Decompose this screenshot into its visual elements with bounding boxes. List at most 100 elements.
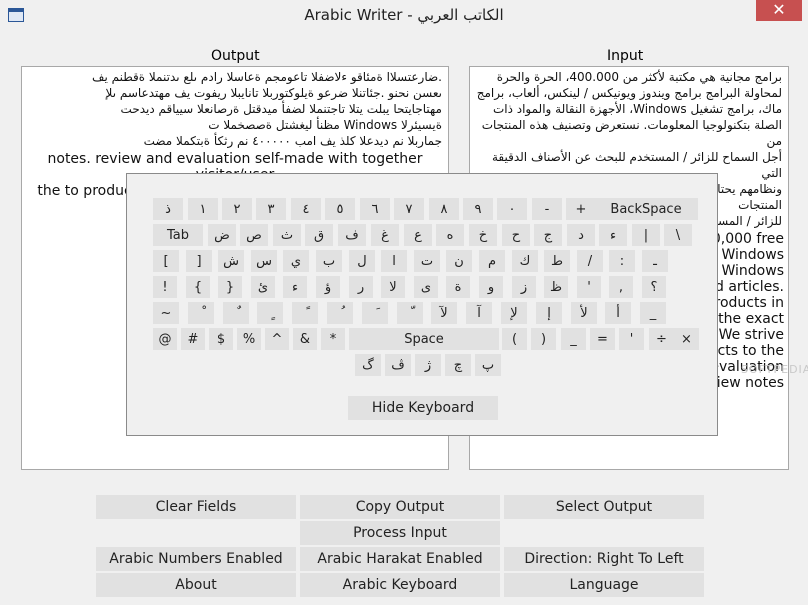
keyboard-key[interactable]: س bbox=[251, 250, 277, 272]
close-button[interactable]: ✕ bbox=[756, 0, 802, 21]
keyboard-key[interactable]: ٨ bbox=[429, 198, 459, 220]
hide-keyboard-button[interactable]: Hide Keyboard bbox=[348, 396, 498, 420]
keyboard-key[interactable]: ~ bbox=[153, 302, 179, 324]
keyboard-key[interactable]: ع bbox=[404, 224, 432, 246]
keyboard-key[interactable]: @ bbox=[153, 328, 177, 350]
keyboard-key[interactable]: ب bbox=[316, 250, 342, 272]
keyboard-key[interactable]: ء bbox=[599, 224, 627, 246]
keyboard-key[interactable]: م bbox=[479, 250, 505, 272]
keyboard-key[interactable]: ١ bbox=[188, 198, 218, 220]
keyboard-key[interactable]: ى bbox=[414, 276, 438, 298]
keyboard-key[interactable]: ه bbox=[436, 224, 464, 246]
keyboard-key[interactable]: ّ bbox=[397, 302, 423, 324]
keyboard-key[interactable]: ك bbox=[512, 250, 538, 272]
keyboard-key[interactable]: $ bbox=[209, 328, 233, 350]
keyboard-key[interactable]: آ bbox=[466, 302, 492, 324]
keyboard-key[interactable]: [ bbox=[153, 250, 179, 272]
keyboard-key[interactable]: ٠ bbox=[497, 198, 527, 220]
keyboard-key[interactable]: & bbox=[293, 328, 317, 350]
keyboard-key[interactable]: # bbox=[181, 328, 205, 350]
arabic-numbers-toggle[interactable]: Arabic Numbers Enabled bbox=[96, 547, 296, 571]
keyboard-key[interactable]: ص bbox=[240, 224, 268, 246]
keyboard-key[interactable]: خ bbox=[469, 224, 497, 246]
keyboard-key[interactable]: ڤ bbox=[385, 354, 411, 376]
keyboard-key[interactable]: ء bbox=[283, 276, 307, 298]
keyboard-key[interactable]: ف bbox=[338, 224, 366, 246]
keyboard-key[interactable]: ت bbox=[414, 250, 440, 272]
keyboard-key[interactable]: ' bbox=[619, 328, 644, 350]
keyboard-key[interactable]: ) bbox=[531, 328, 556, 350]
keyboard-key[interactable]: % bbox=[237, 328, 261, 350]
keyboard-key[interactable]: و bbox=[479, 276, 503, 298]
keyboard-key[interactable]: لآ bbox=[431, 302, 457, 324]
keyboard-key[interactable]: ق bbox=[305, 224, 333, 246]
keyboard-key[interactable]: ^ bbox=[265, 328, 289, 350]
keyboard-key[interactable]: ن bbox=[446, 250, 472, 272]
keyboard-key[interactable]: , bbox=[609, 276, 633, 298]
keyboard-key[interactable]: ض bbox=[208, 224, 236, 246]
keyboard-key[interactable]: ٥ bbox=[325, 198, 355, 220]
keyboard-key[interactable]: ٤ bbox=[291, 198, 321, 220]
keyboard-key[interactable]: = bbox=[590, 328, 615, 350]
keyboard-key[interactable]: ٣ bbox=[256, 198, 286, 220]
keyboard-key[interactable]: َ bbox=[362, 302, 388, 324]
keyboard-key[interactable]: ز bbox=[512, 276, 536, 298]
keyboard-key[interactable]: لا bbox=[381, 276, 405, 298]
keyboard-key[interactable]: _ bbox=[640, 302, 666, 324]
keyboard-key[interactable]: / bbox=[577, 250, 603, 272]
keyboard-key[interactable]: ْ bbox=[188, 302, 214, 324]
keyboard-key[interactable]: گ bbox=[355, 354, 381, 376]
keyboard-key[interactable]: ٍ bbox=[257, 302, 283, 324]
keyboard-key[interactable]: إ bbox=[536, 302, 562, 324]
select-output-button[interactable]: Select Output bbox=[504, 495, 704, 519]
keyboard-key[interactable]: ( bbox=[502, 328, 527, 350]
keyboard-key[interactable]: ژ bbox=[415, 354, 441, 376]
keyboard-key[interactable]: - bbox=[532, 198, 562, 220]
keyboard-key[interactable]: ٩ bbox=[463, 198, 493, 220]
keyboard-key[interactable]: ُ bbox=[327, 302, 353, 324]
keyboard-key[interactable]: ؤ bbox=[316, 276, 340, 298]
keyboard-key[interactable]: \ bbox=[664, 224, 692, 246]
keyboard-key[interactable]: + bbox=[566, 198, 596, 220]
keyboard-key[interactable]: } bbox=[218, 276, 242, 298]
keyboard-key[interactable]: لأ bbox=[571, 302, 597, 324]
keyboard-key[interactable]: ج bbox=[534, 224, 562, 246]
keyboard-key[interactable]: ا bbox=[381, 250, 407, 272]
keyboard-key[interactable]: ل bbox=[349, 250, 375, 272]
keyboard-key[interactable]: × bbox=[674, 328, 699, 350]
keyboard-key[interactable]: لإ bbox=[501, 302, 527, 324]
keyboard-key[interactable]: ـ bbox=[642, 250, 668, 272]
copy-output-button[interactable]: Copy Output bbox=[300, 495, 500, 519]
keyboard-key[interactable]: ؟ bbox=[642, 276, 666, 298]
keyboard-key[interactable]: ٦ bbox=[360, 198, 390, 220]
keyboard-key[interactable]: ث bbox=[273, 224, 301, 246]
process-input-button[interactable]: Process Input bbox=[300, 521, 500, 545]
keyboard-key[interactable]: BackSpace bbox=[594, 198, 698, 220]
keyboard-key[interactable]: : bbox=[609, 250, 635, 272]
keyboard-key[interactable]: پ bbox=[475, 354, 501, 376]
keyboard-key[interactable]: ر bbox=[349, 276, 373, 298]
keyboard-key[interactable]: ً bbox=[292, 302, 318, 324]
keyboard-key[interactable]: Tab bbox=[153, 224, 203, 246]
keyboard-key[interactable]: ئ bbox=[251, 276, 275, 298]
keyboard-key[interactable]: * bbox=[321, 328, 345, 350]
keyboard-key[interactable]: Space bbox=[349, 328, 499, 350]
keyboard-key[interactable]: ي bbox=[283, 250, 309, 272]
keyboard-key[interactable]: ] bbox=[186, 250, 212, 272]
keyboard-key[interactable]: ' bbox=[577, 276, 601, 298]
arabic-keyboard-button[interactable]: Arabic Keyboard bbox=[300, 573, 500, 597]
keyboard-key[interactable]: ٢ bbox=[222, 198, 252, 220]
arabic-harakat-toggle[interactable]: Arabic Harakat Enabled bbox=[300, 547, 500, 571]
clear-fields-button[interactable]: Clear Fields bbox=[96, 495, 296, 519]
keyboard-key[interactable]: أ bbox=[605, 302, 631, 324]
keyboard-key[interactable]: غ bbox=[371, 224, 399, 246]
about-button[interactable]: About bbox=[96, 573, 296, 597]
language-button[interactable]: Language bbox=[504, 573, 704, 597]
keyboard-key[interactable]: ح bbox=[502, 224, 530, 246]
keyboard-key[interactable]: ة bbox=[446, 276, 470, 298]
keyboard-key[interactable]: چ bbox=[445, 354, 471, 376]
keyboard-key[interactable]: | bbox=[632, 224, 660, 246]
keyboard-key[interactable]: د bbox=[567, 224, 595, 246]
keyboard-key[interactable]: ظ bbox=[544, 276, 568, 298]
keyboard-key[interactable]: { bbox=[186, 276, 210, 298]
